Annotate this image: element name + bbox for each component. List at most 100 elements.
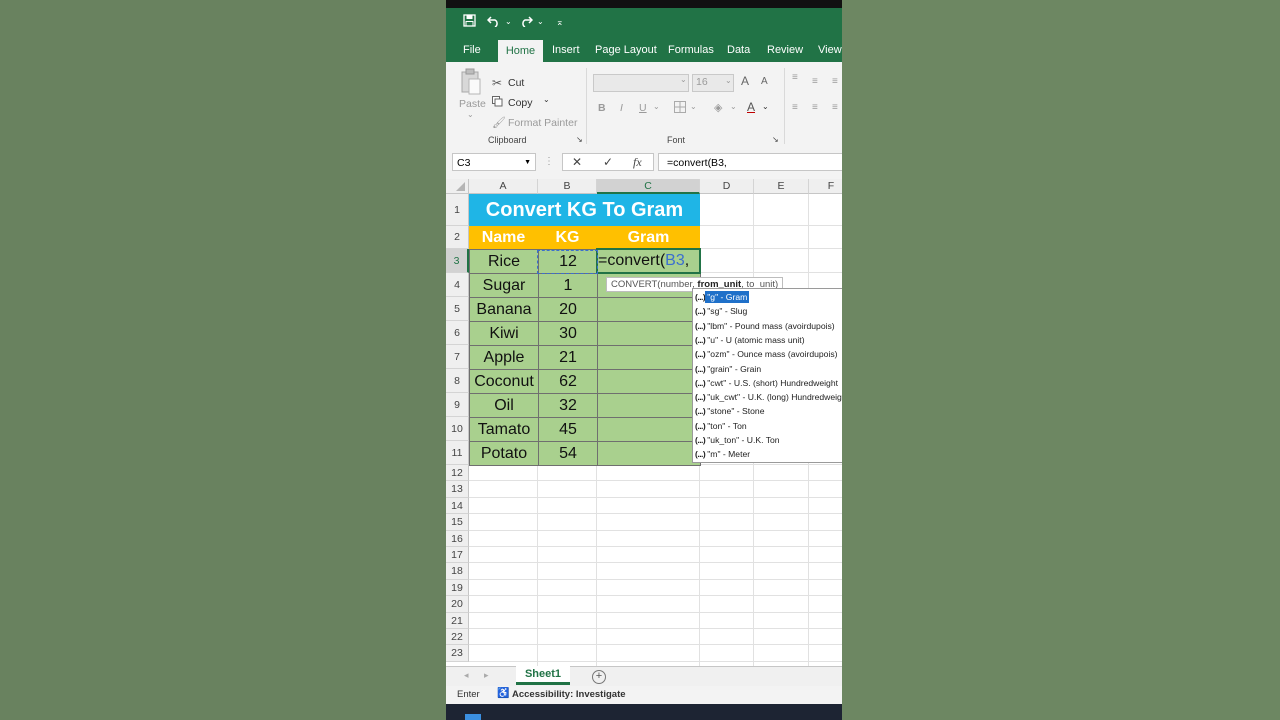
- autocomplete-item[interactable]: (...) "stone" - Stone: [693, 404, 842, 418]
- gram-cell[interactable]: [597, 369, 701, 394]
- save-icon[interactable]: [463, 14, 476, 31]
- column-header-c[interactable]: C: [597, 179, 700, 194]
- row-header[interactable]: 8: [446, 369, 469, 393]
- font-size-box[interactable]: 16 ⌄: [692, 74, 734, 92]
- tab-data[interactable]: Data: [727, 38, 750, 62]
- row-header[interactable]: 17: [446, 547, 469, 564]
- row-header[interactable]: 19: [446, 579, 469, 597]
- gram-cell[interactable]: [597, 297, 701, 322]
- autocomplete-item[interactable]: (...) "ozm" - Ounce mass (avoirdupois): [693, 347, 842, 361]
- autocomplete-item[interactable]: (...) "uk_ton" - U.K. Ton: [693, 433, 842, 447]
- row-header[interactable]: 5: [446, 297, 469, 321]
- font-color-dropdown-icon[interactable]: ⌄: [762, 102, 769, 111]
- tab-formulas[interactable]: Formulas: [668, 38, 714, 62]
- autocomplete-item[interactable]: (...) "m" - Meter: [693, 447, 842, 461]
- borders-icon[interactable]: [674, 101, 686, 116]
- gram-cell[interactable]: [597, 417, 701, 442]
- underline-button[interactable]: U: [639, 102, 647, 114]
- autocomplete-item[interactable]: (...) "u" - U (atomic mass unit): [693, 333, 842, 347]
- column-header-f[interactable]: F: [809, 179, 842, 194]
- row-header[interactable]: 6: [446, 321, 469, 345]
- formula-input[interactable]: =convert(B3,: [658, 153, 842, 171]
- tab-insert[interactable]: Insert: [552, 38, 580, 62]
- align-center-icon[interactable]: ≡: [812, 102, 818, 113]
- autocomplete-item[interactable]: (...) "cwt" - U.S. (short) Hundredweight: [693, 376, 842, 390]
- gram-cell[interactable]: [597, 345, 701, 370]
- row-header[interactable]: 2: [446, 226, 469, 249]
- paste-dropdown-icon[interactable]: ⌄: [467, 110, 474, 119]
- format-painter-button[interactable]: Format Painter: [508, 117, 577, 129]
- row-header[interactable]: 23: [446, 645, 469, 662]
- clipboard-launcher-icon[interactable]: ↘: [576, 135, 583, 144]
- grow-font-button[interactable]: A: [741, 74, 749, 88]
- formula-bar-splitter-icon[interactable]: ⋮: [544, 153, 554, 171]
- paste-icon[interactable]: [460, 68, 482, 96]
- header-name[interactable]: Name: [469, 226, 538, 249]
- accessibility-status[interactable]: Accessibility: Investigate: [512, 689, 626, 700]
- undo-icon[interactable]: [486, 14, 501, 31]
- row-header[interactable]: 13: [446, 481, 469, 498]
- align-top-icon[interactable]: ≡: [792, 72, 798, 83]
- kg-cell[interactable]: 30: [538, 321, 598, 346]
- name-box[interactable]: C3 ▼: [452, 153, 536, 171]
- name-cell[interactable]: Apple: [469, 345, 539, 370]
- name-cell[interactable]: Kiwi: [469, 321, 539, 346]
- cut-icon[interactable]: ✂: [492, 76, 502, 90]
- redo-dropdown-icon[interactable]: ⌄: [537, 14, 544, 30]
- font-launcher-icon[interactable]: ↘: [772, 135, 779, 144]
- row-header[interactable]: 14: [446, 497, 469, 515]
- autocomplete-item[interactable]: (...) "uk_cwt" - U.K. (long) Hundredweigh…: [693, 390, 842, 404]
- align-left-icon[interactable]: ≡: [792, 102, 798, 113]
- accessibility-icon[interactable]: ♿: [497, 688, 509, 699]
- column-header-b[interactable]: B: [538, 179, 597, 194]
- kg-cell[interactable]: 12: [538, 249, 598, 274]
- row-header[interactable]: 11: [446, 441, 469, 465]
- fill-color-icon[interactable]: ◈: [714, 101, 722, 114]
- autocomplete-item[interactable]: (...) "g" - Gram: [693, 290, 842, 304]
- font-color-button[interactable]: A: [747, 100, 755, 114]
- name-cell[interactable]: Banana: [469, 297, 539, 322]
- row-header[interactable]: 16: [446, 530, 469, 547]
- font-name-dropdown-icon[interactable]: ⌄: [680, 75, 687, 84]
- windows-icon[interactable]: [465, 714, 481, 720]
- cut-button[interactable]: Cut: [508, 77, 524, 89]
- row-header[interactable]: 4: [446, 273, 469, 297]
- italic-button[interactable]: I: [620, 102, 623, 114]
- select-all-corner[interactable]: [446, 179, 469, 194]
- active-cell-c3[interactable]: =convert(B3,: [596, 248, 701, 274]
- row-header[interactable]: 10: [446, 417, 469, 441]
- fill-color-dropdown-icon[interactable]: ⌄: [730, 102, 737, 111]
- row-header[interactable]: 9: [446, 393, 469, 417]
- bold-button[interactable]: B: [598, 102, 606, 114]
- align-middle-icon[interactable]: ≡: [812, 76, 818, 87]
- gram-cell[interactable]: [597, 441, 701, 466]
- name-cell[interactable]: Tamato: [469, 417, 539, 442]
- borders-dropdown-icon[interactable]: ⌄: [690, 102, 697, 111]
- column-header-a[interactable]: A: [469, 179, 538, 194]
- kg-cell[interactable]: 45: [538, 417, 598, 442]
- copy-icon[interactable]: [492, 96, 503, 110]
- gram-cell[interactable]: [597, 321, 701, 346]
- tab-review[interactable]: Review: [767, 38, 803, 62]
- header-gram[interactable]: Gram: [597, 226, 700, 249]
- prev-sheet-icon[interactable]: ◂: [464, 670, 469, 681]
- tab-page-layout[interactable]: Page Layout: [595, 38, 657, 62]
- column-header-e[interactable]: E: [754, 179, 809, 194]
- row-header[interactable]: 1: [446, 194, 469, 226]
- name-cell[interactable]: Rice: [469, 249, 539, 274]
- font-name-box[interactable]: [593, 74, 689, 92]
- gram-cell[interactable]: [597, 393, 701, 418]
- kg-cell[interactable]: 62: [538, 369, 598, 394]
- cancel-button[interactable]: ✕: [572, 153, 582, 171]
- kg-cell[interactable]: 54: [538, 441, 598, 466]
- row-header[interactable]: 20: [446, 596, 469, 613]
- enter-button[interactable]: ✓: [603, 153, 613, 171]
- header-kg[interactable]: KG: [538, 226, 597, 249]
- autocomplete-item[interactable]: (...) "sg" - Slug: [693, 304, 842, 318]
- underline-dropdown-icon[interactable]: ⌄: [653, 102, 660, 111]
- next-sheet-icon[interactable]: ▸: [484, 670, 489, 681]
- name-cell[interactable]: Coconut: [469, 369, 539, 394]
- kg-cell[interactable]: 21: [538, 345, 598, 370]
- format-painter-icon[interactable]: 🖌: [492, 116, 506, 129]
- autocomplete-item[interactable]: (...) "grain" - Grain: [693, 362, 842, 376]
